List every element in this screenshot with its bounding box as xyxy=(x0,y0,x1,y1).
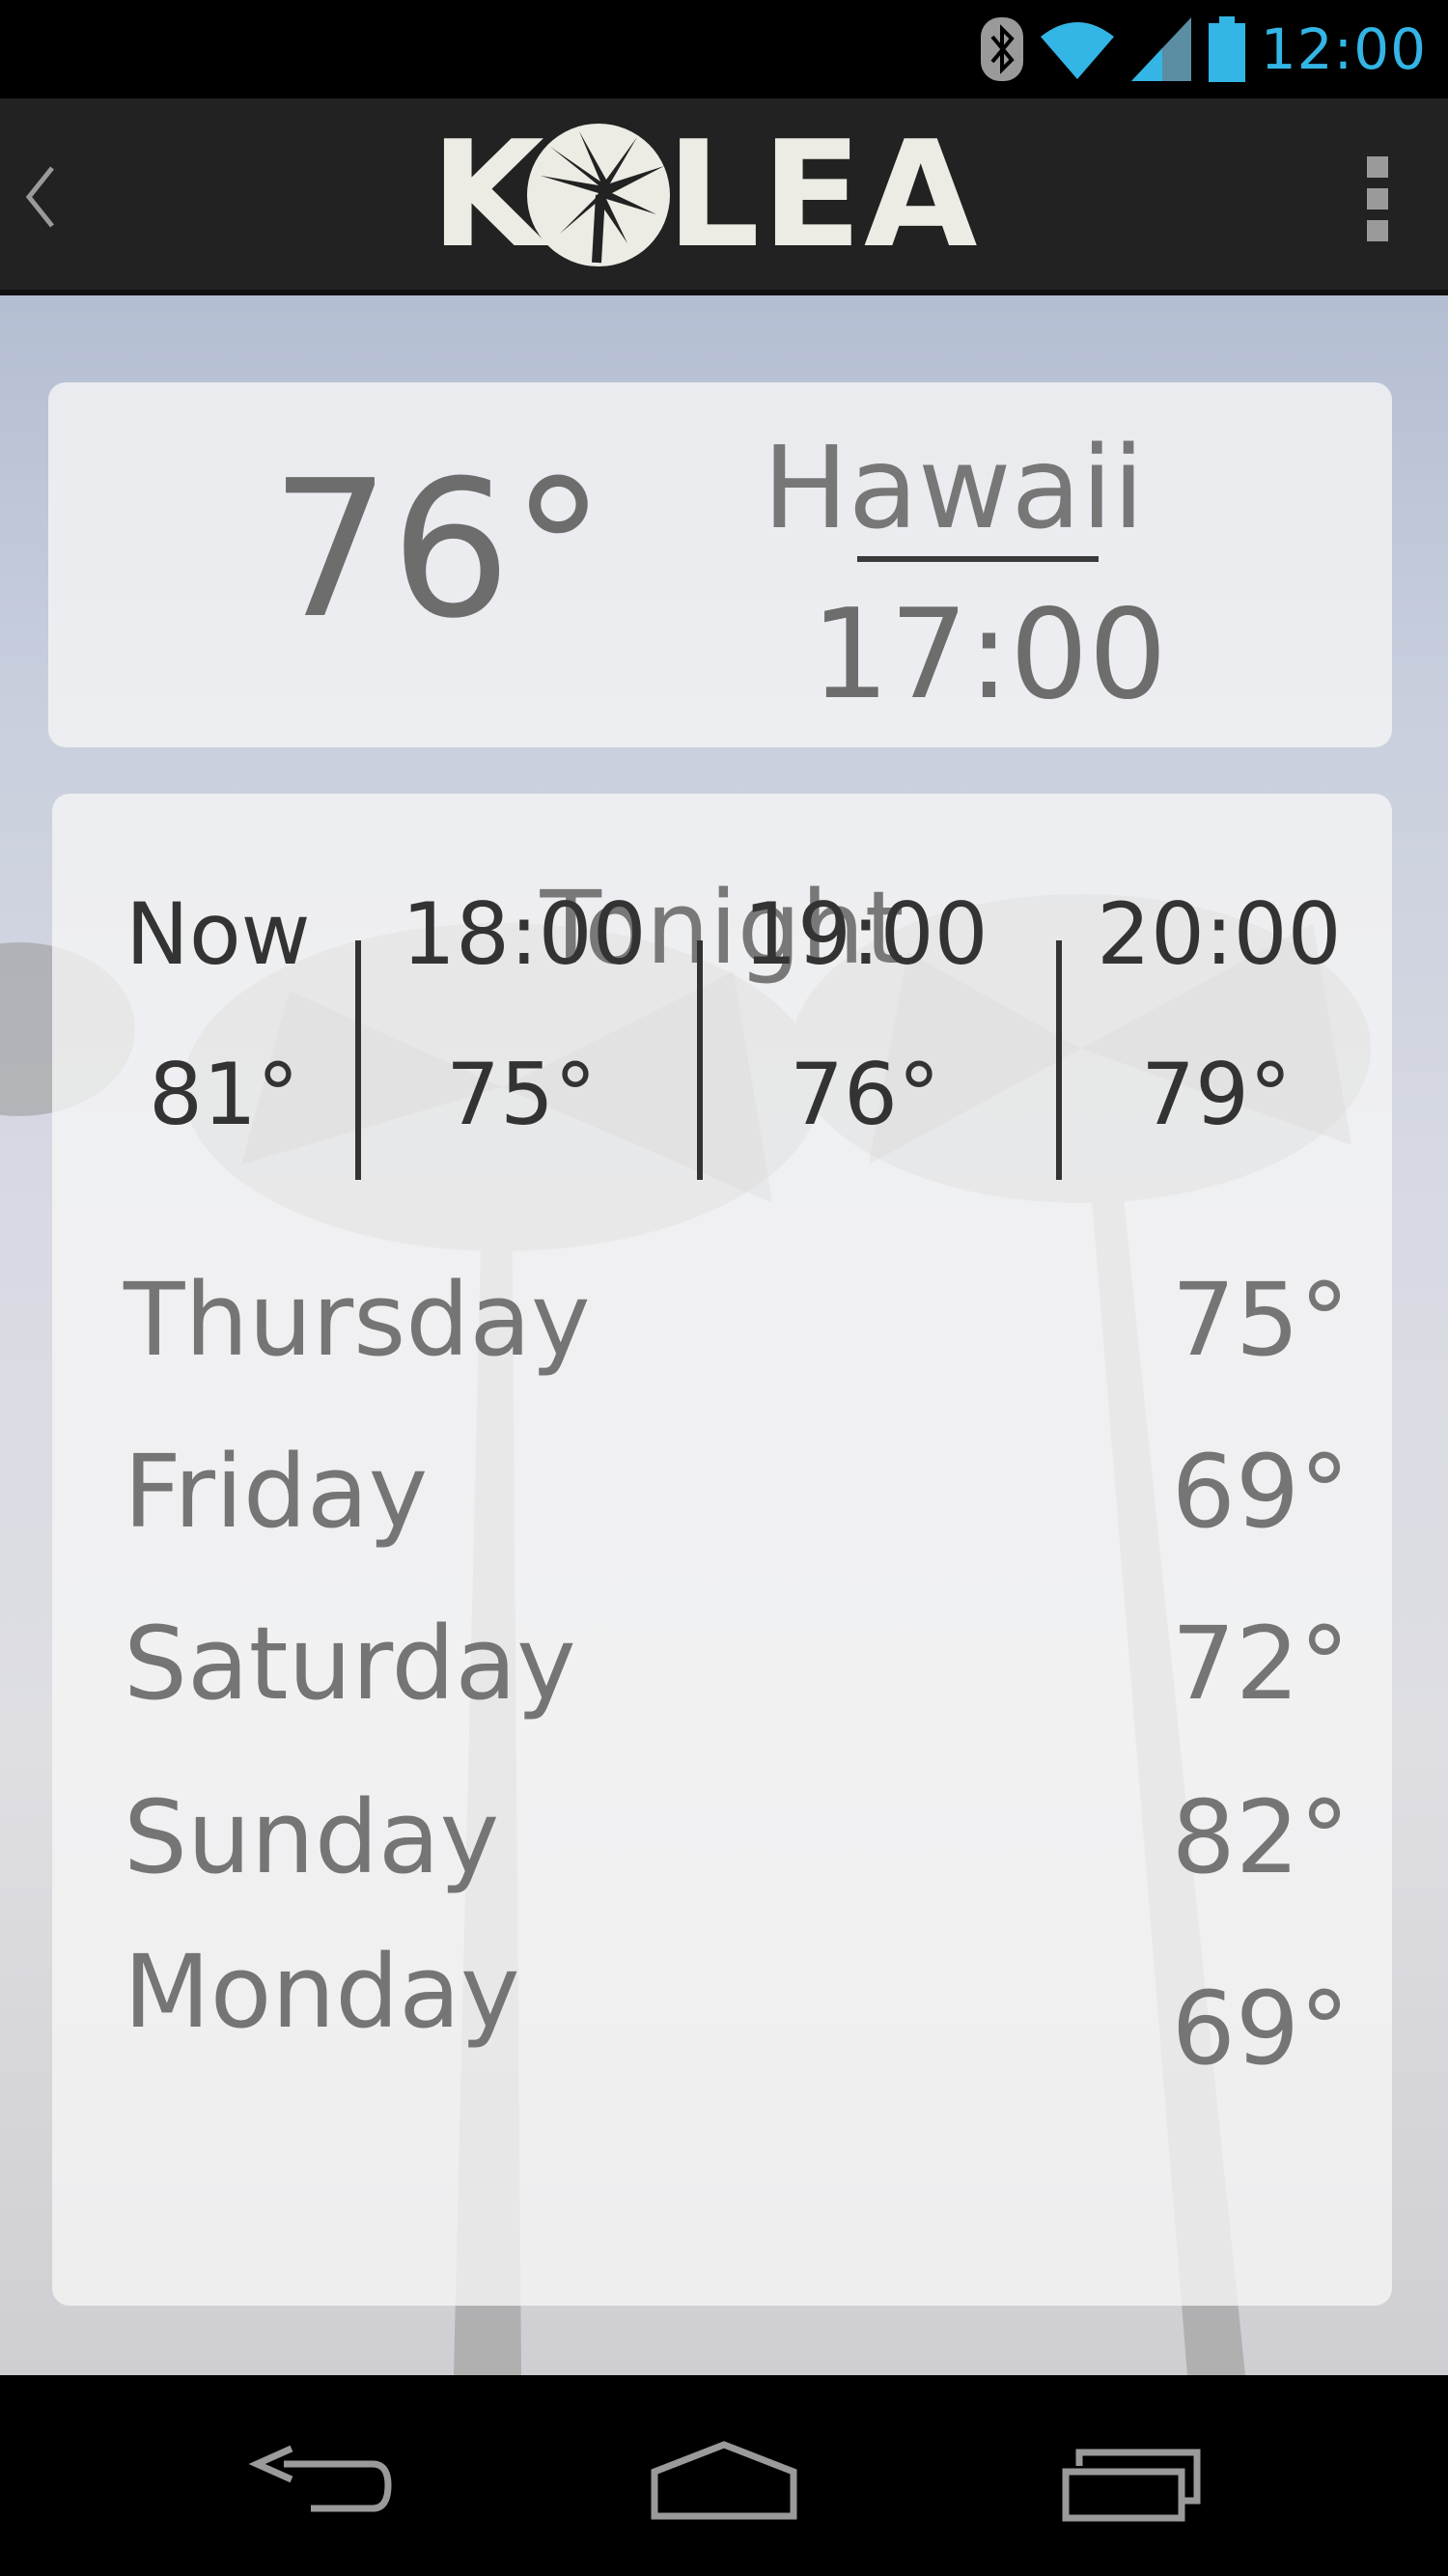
daily-row: Thursday 75° xyxy=(124,1261,1350,1379)
overflow-menu-icon[interactable] xyxy=(1363,153,1392,245)
daily-row: Friday 69° xyxy=(124,1433,1350,1551)
forecast-card: Tonight Now 81° 18:00 75° 19:00 76° 20:0… xyxy=(52,794,1392,2306)
day-temp: 69° xyxy=(1171,1433,1350,1551)
hourly-divider xyxy=(697,940,703,1180)
day-name: Monday xyxy=(124,1933,520,2051)
cell-signal-icon xyxy=(1130,17,1191,81)
status-icons: 12:00 xyxy=(979,14,1427,85)
recents-nav-icon[interactable] xyxy=(1060,2447,1203,2524)
day-name: Thursday xyxy=(124,1261,591,1379)
location-name[interactable]: Hawaii xyxy=(763,421,1144,554)
day-name: Sunday xyxy=(124,1778,500,1896)
chevron-left-icon[interactable] xyxy=(17,156,62,238)
current-temperature: 76° xyxy=(270,440,606,660)
app-logo: KOLEA xyxy=(431,118,978,272)
hour-label: 19:00 xyxy=(743,884,989,984)
daily-row: Monday 69° xyxy=(124,1933,1350,2087)
hour-temp: 76° xyxy=(790,1045,940,1144)
palm-tree-icon xyxy=(527,124,670,266)
day-temp: 82° xyxy=(1171,1778,1350,1896)
location-divider xyxy=(857,556,1099,562)
hour-temp: 81° xyxy=(149,1045,299,1144)
daily-row: Saturday 72° xyxy=(124,1605,1350,1722)
hourly-divider xyxy=(355,940,361,1180)
back-nav-icon[interactable] xyxy=(249,2443,392,2520)
logo-text: KOLEA xyxy=(431,109,980,280)
bluetooth-icon xyxy=(980,17,1023,81)
hour-temp: 79° xyxy=(1141,1045,1292,1144)
day-temp: 72° xyxy=(1171,1605,1350,1722)
home-nav-icon[interactable] xyxy=(649,2439,799,2522)
hourly-divider xyxy=(1056,940,1062,1180)
current-conditions-card: 76° Hawaii 17:00 xyxy=(48,382,1392,747)
wifi-icon xyxy=(1040,22,1114,79)
content-area: 76° Hawaii 17:00 Tonight Now 81° 18:00 7… xyxy=(0,295,1448,2375)
hour-label: Now xyxy=(125,884,311,984)
status-bar: 12:00 xyxy=(0,0,1448,98)
local-time: 17:00 xyxy=(811,583,1167,727)
day-name: Saturday xyxy=(124,1605,576,1722)
day-name: Friday xyxy=(124,1433,429,1551)
hour-label: 20:00 xyxy=(1097,884,1342,984)
battery-icon xyxy=(1208,16,1245,82)
action-bar: KOLEA xyxy=(0,98,1448,295)
day-temp: 69° xyxy=(1171,1970,1350,2087)
day-temp: 75° xyxy=(1171,1261,1350,1379)
status-time: 12:00 xyxy=(1260,16,1427,82)
daily-row: Sunday 82° xyxy=(124,1778,1350,1896)
hour-label: 18:00 xyxy=(402,884,647,984)
hour-temp: 75° xyxy=(446,1045,597,1144)
navigation-bar xyxy=(0,2375,1448,2576)
